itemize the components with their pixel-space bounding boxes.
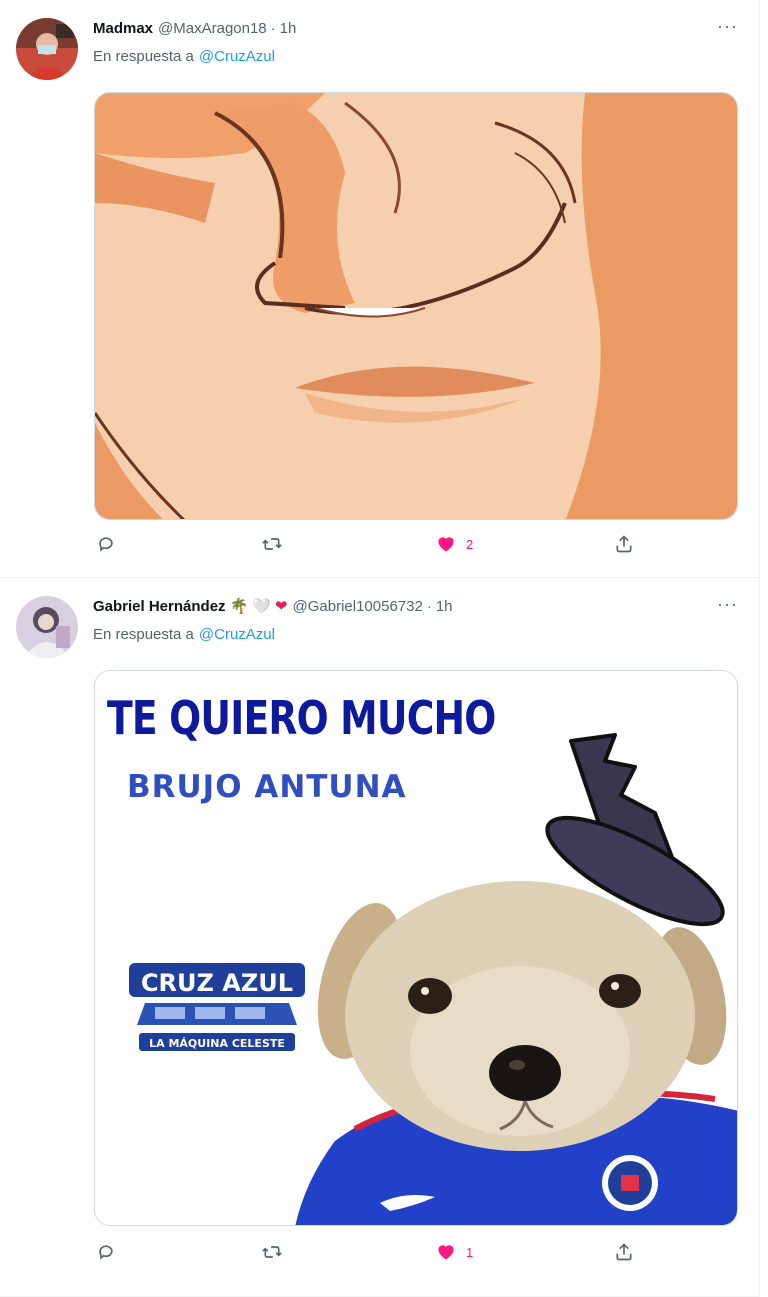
like-button[interactable]: 2	[436, 534, 473, 554]
reply-context: En respuesta a @CruzAzul	[93, 48, 275, 65]
reply-button[interactable]	[96, 1242, 116, 1262]
more-options-icon[interactable]: ···	[717, 594, 738, 615]
tweet-actions: 2	[0, 534, 760, 564]
anime-smirk-image	[95, 93, 737, 519]
timeline-feed: Madmax @MaxAragon18 · 1h ··· En respuest…	[0, 0, 760, 1297]
reply-context: En respuesta a @CruzAzul	[93, 626, 275, 643]
retweet-icon	[262, 1246, 282, 1258]
reply-mention-link[interactable]: @CruzAzul	[199, 626, 275, 643]
reply-prefix: En respuesta a	[93, 48, 194, 65]
avatar[interactable]	[16, 18, 78, 80]
meme-title: TE QUIERO MUCHO	[107, 691, 496, 745]
tweet-gabriel[interactable]: Gabriel Hernández 🌴 🤍 ❤ @Gabriel10056732…	[0, 578, 760, 1297]
tweet-timestamp[interactable]: 1h	[280, 20, 297, 37]
tweet-image[interactable]: TE QUIERO MUCHO BRUJO ANTUNA CRUZ AZUL L…	[94, 670, 738, 1226]
author-name[interactable]: Gabriel Hernández	[93, 598, 226, 615]
svg-text:LA MÁQUINA CELESTE: LA MÁQUINA CELESTE	[149, 1037, 285, 1050]
reply-button[interactable]	[96, 534, 116, 554]
meme-subtitle: BRUJO ANTUNA	[127, 769, 407, 805]
tweet-madmax[interactable]: Madmax @MaxAragon18 · 1h ··· En respuest…	[0, 0, 760, 578]
retweet-icon	[262, 538, 282, 550]
red-heart-emoji: ❤	[274, 598, 288, 615]
palm-tree-emoji: 🌴	[229, 598, 249, 615]
avatar[interactable]	[16, 596, 78, 658]
cruz-azul-logo: CRUZ AZUL LA MÁQUINA CELESTE	[129, 963, 305, 1051]
separator-dot: ·	[426, 598, 432, 615]
reply-icon	[99, 537, 113, 552]
white-heart-emoji: 🤍	[252, 598, 271, 615]
share-button[interactable]	[614, 1242, 634, 1262]
author-name[interactable]: Madmax	[93, 20, 153, 37]
witch-hat-icon	[545, 733, 725, 927]
author-handle[interactable]: @Gabriel10056732	[293, 598, 423, 615]
share-button[interactable]	[614, 534, 634, 554]
tweet-image[interactable]	[94, 92, 738, 520]
more-options-icon[interactable]: ···	[717, 16, 738, 37]
tweet-actions: 1	[0, 1242, 760, 1272]
reply-prefix: En respuesta a	[93, 626, 194, 643]
like-count: 1	[466, 1244, 474, 1260]
separator-dot: ·	[270, 20, 276, 37]
heart-filled-icon	[438, 537, 454, 552]
author-handle[interactable]: @MaxAragon18	[158, 20, 267, 37]
like-count: 2	[466, 536, 474, 552]
reply-icon	[99, 1245, 113, 1260]
heart-filled-icon	[438, 1245, 454, 1260]
share-icon	[616, 535, 632, 553]
reply-mention-link[interactable]: @CruzAzul	[199, 48, 275, 65]
svg-text:CRUZ AZUL: CRUZ AZUL	[141, 969, 293, 997]
tweet-timestamp[interactable]: 1h	[436, 598, 453, 615]
share-icon	[616, 1243, 632, 1261]
retweet-button[interactable]	[262, 1242, 282, 1262]
retweet-button[interactable]	[262, 534, 282, 554]
like-button[interactable]: 1	[436, 1242, 473, 1262]
